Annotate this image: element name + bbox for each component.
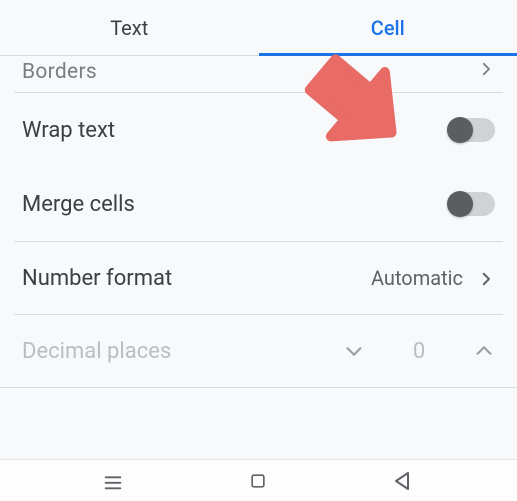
home-button[interactable] bbox=[238, 461, 278, 501]
tab-cell[interactable]: Cell bbox=[259, 0, 517, 55]
divider bbox=[0, 387, 517, 388]
chevron-right-icon bbox=[477, 60, 495, 78]
row-decimal-places: Decimal places 0 bbox=[0, 315, 517, 387]
chevron-up-icon[interactable] bbox=[473, 340, 495, 362]
decimal-places-stepper: 0 bbox=[343, 339, 495, 364]
android-nav-bar bbox=[0, 459, 517, 501]
row-number-format[interactable]: Number format Automatic bbox=[0, 242, 517, 314]
tab-text[interactable]: Text bbox=[0, 0, 259, 55]
merge-cells-toggle[interactable] bbox=[449, 192, 495, 216]
wrap-text-toggle[interactable] bbox=[449, 118, 495, 142]
number-format-value-group: Automatic bbox=[371, 266, 495, 290]
borders-label: Borders bbox=[22, 60, 97, 84]
tab-text-label: Text bbox=[110, 16, 148, 40]
merge-cells-label: Merge cells bbox=[22, 192, 135, 217]
wrap-text-label: Wrap text bbox=[22, 118, 115, 143]
number-format-label: Number format bbox=[22, 266, 172, 291]
cell-format-panel: Text Cell Borders Wrap text Merge cells … bbox=[0, 0, 517, 501]
recents-button[interactable] bbox=[93, 461, 133, 501]
chevron-down-icon[interactable] bbox=[343, 340, 365, 362]
row-wrap-text[interactable]: Wrap text bbox=[0, 93, 517, 167]
number-format-value: Automatic bbox=[371, 266, 463, 290]
row-borders[interactable]: Borders bbox=[0, 56, 517, 92]
decimal-places-label: Decimal places bbox=[22, 339, 171, 364]
back-button[interactable] bbox=[384, 461, 424, 501]
tab-cell-label: Cell bbox=[371, 16, 405, 40]
row-merge-cells[interactable]: Merge cells bbox=[0, 167, 517, 241]
tab-bar: Text Cell bbox=[0, 0, 517, 56]
chevron-right-icon bbox=[477, 269, 495, 287]
decimal-places-value: 0 bbox=[399, 339, 439, 364]
